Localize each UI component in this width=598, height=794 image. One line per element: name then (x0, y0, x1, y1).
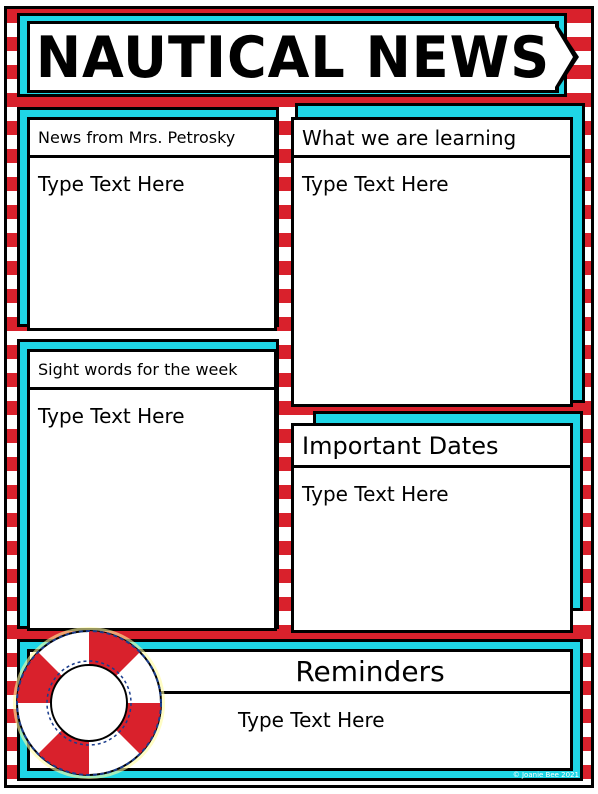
dates-body[interactable]: Type Text Here (302, 482, 449, 506)
newsletter-page: NAUTICAL NEWS News from Mrs. Petrosky Ty… (4, 6, 594, 788)
reminders-body[interactable]: Type Text Here (238, 708, 385, 732)
sight-words-box[interactable]: Sight words for the week Type Text Here (27, 349, 277, 631)
news-label: News from Mrs. Petrosky (30, 120, 274, 158)
title-banner: NAUTICAL NEWS (27, 21, 559, 93)
sight-words-label: Sight words for the week (30, 352, 274, 390)
dates-label: Important Dates (294, 426, 570, 468)
sight-words-body[interactable]: Type Text Here (38, 404, 185, 428)
title-arrow-fill (555, 27, 573, 87)
copyright-text: © Joanie Bee 2021 (512, 771, 579, 779)
dates-box[interactable]: Important Dates Type Text Here (291, 423, 573, 633)
learning-label: What we are learning (294, 120, 570, 158)
learning-box[interactable]: What we are learning Type Text Here (291, 117, 573, 407)
learning-body[interactable]: Type Text Here (302, 172, 449, 196)
page-title: NAUTICAL NEWS (35, 23, 551, 91)
news-box[interactable]: News from Mrs. Petrosky Type Text Here (27, 117, 277, 331)
life-ring-icon (13, 627, 165, 779)
news-body[interactable]: Type Text Here (38, 172, 185, 196)
